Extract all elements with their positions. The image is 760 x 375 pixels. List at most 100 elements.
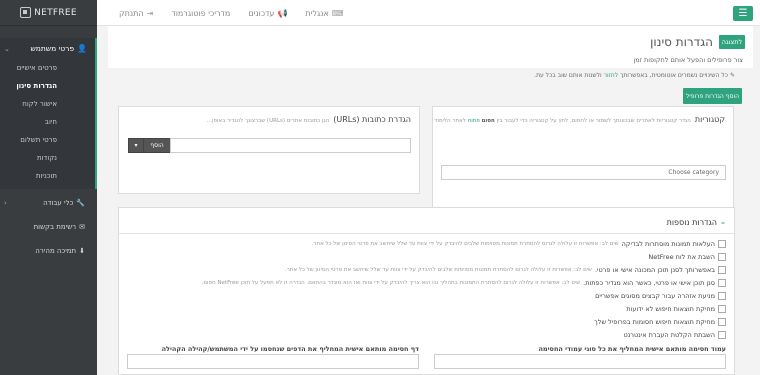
nav-logout-label: התנתק: [119, 8, 144, 18]
more-settings-panel: – הגדרות נוספות העלאות תמונות מוסתרות לב…: [118, 207, 735, 375]
option-label: מחיקת תוצאות חיפוש חסומות בפרופיל שלך: [594, 318, 715, 326]
option-row: מחיקת תוצאות חיפוש חסומות בפרופיל שלך: [594, 318, 726, 326]
netfree-logo[interactable]: NETFREE: [0, 0, 97, 26]
caret-down-icon: ▾: [134, 142, 138, 149]
more-settings-title: הגדרות נוספות: [666, 218, 717, 227]
url-add-row: ▾ הוסף: [128, 138, 411, 153]
option-row: השבת את לוח NetFree: [648, 253, 726, 261]
menu-toggle-button[interactable]: ☰: [733, 6, 753, 21]
download-icon: ⬇: [79, 247, 85, 255]
categories-title-row: קטגוריות הגדר קטגוריות לאתרים שבכוונתך ל…: [434, 115, 725, 124]
category-select-placeholder: Choose category: [668, 169, 719, 176]
sidebar-user-label: פרטי משתמש: [30, 44, 75, 53]
option-checkbox[interactable]: [718, 279, 726, 287]
option-label: סנן תוכן אישי או פרטי, כאשר הוא מגדיר כפ…: [583, 279, 715, 287]
sidebar-item-support[interactable]: ⬇ תמיכה מהירה: [0, 239, 97, 263]
option-label: מחיקת תוצאות חיפוש לא ידועות: [626, 305, 715, 313]
option-checkbox[interactable]: [718, 266, 726, 274]
custom-block-page-label: עמוד חסימה מותאם אישית המחליף את כל סוגי…: [538, 345, 726, 353]
option-row: השבתת הקלטת העברת אינטרנט: [623, 331, 726, 339]
page-subtitle: צור פרופילים והפעל אותם לתקופות זמן: [633, 56, 743, 64]
url-input[interactable]: [170, 138, 411, 153]
chevron-down-icon: ⌄: [4, 44, 10, 53]
option-label: השבת את לוח NetFree: [648, 253, 715, 261]
info-line: ✎ כל השינויים נשמרים אוטומטית, באפשרותך …: [534, 72, 735, 79]
chevron-left-icon: ‹: [4, 199, 7, 207]
option-desc: שים לב: אפשרות זו עלולה לגרום להסתרת התמ…: [201, 280, 581, 286]
url-dropdown-button[interactable]: ▾: [128, 138, 144, 153]
more-settings-header[interactable]: – הגדרות נוספות: [667, 218, 725, 227]
sidebar-item-payment[interactable]: פרטי תשלום: [0, 131, 95, 149]
option-label: באפשרותך לסנן תוכן המכונה אישי או פרטי.: [594, 266, 715, 274]
logout-icon: ⇥: [146, 8, 154, 18]
sidebar-item-customer-approval[interactable]: אישור לקוח: [0, 95, 95, 113]
page-title: הגדרות סינון: [650, 35, 713, 49]
urls-panel: הגדרת כתובות (URLs) הגן כתובות אתרים (UR…: [118, 106, 420, 194]
sidebar-support-label: תמיכה מהירה: [35, 247, 77, 255]
keyboard-icon: ⌨: [331, 8, 344, 18]
custom-blocked-page-input[interactable]: [127, 354, 419, 369]
option-checkbox[interactable]: [718, 305, 726, 313]
sidebar-user-group: 👤 פרטי משתמש ⌄ פרטים אישיים הגדרות סינון…: [0, 38, 97, 189]
nav-guides-label: מדריכי פוטוגרמוד: [171, 8, 231, 18]
wrench-icon: 🔧: [76, 199, 85, 207]
sidebar-item-requests[interactable]: ✉ רשימת בקשות: [0, 215, 97, 239]
nav-updates[interactable]: 📢 עדכונים: [248, 9, 287, 18]
option-row: מחיקת תוצאות חיפוש לא ידועות: [626, 305, 726, 313]
sidebar-item-personal[interactable]: פרטים אישיים: [0, 59, 95, 77]
url-add-button[interactable]: הוסף: [144, 138, 170, 153]
categories-note-suffix: לאתר הלימוד: [434, 118, 466, 124]
custom-block-page-input[interactable]: [434, 354, 726, 369]
sidebar-item-plans[interactable]: תוכניות: [0, 167, 95, 189]
categories-panel: קטגוריות הגדר קטגוריות לאתרים שבכוונתך ל…: [432, 106, 734, 218]
urls-title-row: הגדרת כתובות (URLs) הגן כתובות אתרים (UR…: [207, 115, 411, 124]
divider: [119, 233, 734, 234]
nav-logout[interactable]: ⇥ התנתק: [119, 9, 153, 18]
sidebar-item-tools[interactable]: 🔧 כלי עבודה ‹: [0, 189, 97, 215]
sidebar-item-filter-settings[interactable]: הגדרות סינון: [0, 77, 95, 95]
option-desc: שים לב: אפשרות זו עלולה לגרום להסתרת תמו…: [311, 241, 619, 247]
option-row: העלאות תמונות מוסתרות לבדיקה שים לב: אפש…: [312, 240, 726, 248]
sidebar-item-points[interactable]: נקודות: [0, 149, 95, 167]
option-checkbox[interactable]: [718, 292, 726, 300]
sidebar-item-billing[interactable]: חיוב: [0, 113, 95, 131]
inbox-icon: ✉: [79, 223, 85, 231]
option-desc: שים לב: אפשרות זו עלולה לגרום להסתרת תמו…: [284, 267, 592, 273]
option-checkbox[interactable]: [718, 318, 726, 326]
urls-note: הגן כתובות אתרים (URLs) שברצונך להגדיר ב…: [206, 118, 330, 124]
custom-blocked-page-label: דף חסימה מותאם אישית המחליף את הדפים שנח…: [161, 345, 419, 353]
sidebar: NETFREE 👤 פרטי משתמש ⌄ פרטים אישיים הגדר…: [0, 0, 97, 375]
page-header: לתצוגה הגדרות סינון צור פרופילים והפעל א…: [108, 26, 753, 68]
option-row: מניעת אזהרה עבור קבצים מסוגים אפשריים: [595, 292, 726, 300]
categories-title: קטגוריות: [694, 115, 725, 124]
back-button[interactable]: לתצוגה: [719, 35, 745, 49]
nav-english[interactable]: ⌨ אנגלית: [305, 9, 343, 18]
sidebar-tools-label: כלי עבודה: [43, 199, 74, 207]
option-label: מניעת אזהרה עבור קבצים מסוגים אפשריים: [595, 292, 715, 300]
category-select[interactable]: Choose category: [441, 165, 726, 180]
logo-icon: [20, 7, 32, 18]
option-checkbox[interactable]: [718, 240, 726, 248]
hamburger-icon: ☰: [738, 8, 748, 19]
option-label: השבתת הקלטת העברת אינטרנט: [623, 331, 715, 339]
info-link[interactable]: לחזור: [604, 72, 618, 79]
add-profile-button[interactable]: הוסף הגדרות פרופיל: [683, 88, 742, 104]
option-checkbox[interactable]: [718, 331, 726, 339]
categories-note: הגדר קטגוריות לאתרים שבכוונתך לשמור או ל…: [434, 118, 690, 124]
option-checkbox[interactable]: [718, 253, 726, 261]
option-row: באפשרותך לסנן תוכן המכונה אישי או פרטי. …: [285, 266, 726, 274]
sidebar-requests-label: רשימת בקשות: [33, 223, 77, 231]
user-icon: 👤: [77, 44, 87, 53]
top-nav: ⌨ אנגלית 📢 עדכונים מדריכי פוטוגרמוד ⇥ הת…: [101, 0, 343, 26]
nav-guides[interactable]: מדריכי פוטוגרמוד: [171, 9, 230, 18]
nav-english-label: אנגלית: [305, 8, 329, 18]
urls-title: הגדרת כתובות (URLs): [333, 115, 411, 124]
categories-note-text: הגדר קטגוריות לאתרים שבכוונתך לשמור או ל…: [496, 118, 691, 124]
categories-note-block: חסום: [481, 118, 495, 124]
categories-note-allow: פתוח: [467, 118, 480, 124]
main-content: לתצוגה הגדרות סינון צור פרופילים והפעל א…: [108, 26, 753, 375]
info-icon: ✎: [729, 72, 735, 79]
nav-updates-label: עדכונים: [248, 8, 275, 18]
option-label: העלאות תמונות מוסתרות לבדיקה: [621, 240, 715, 248]
sidebar-user-section[interactable]: 👤 פרטי משתמש ⌄: [0, 38, 95, 59]
